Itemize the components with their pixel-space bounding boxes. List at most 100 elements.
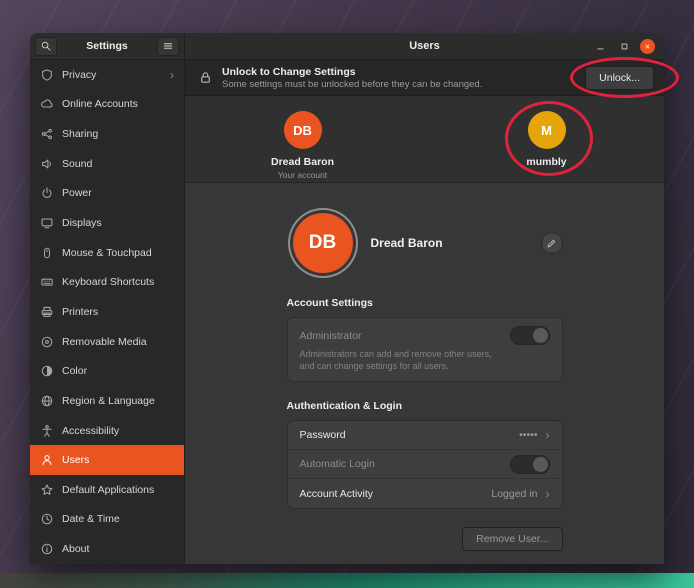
edit-name-button[interactable] [541, 232, 563, 254]
user-name: mumbly [526, 156, 566, 168]
sidebar-item-sharing[interactable]: Sharing [30, 119, 184, 149]
sidebar-item-date-time[interactable]: Date & Time [30, 505, 184, 535]
current-user-avatar: DB [293, 213, 353, 273]
settings-window: Settings Privacy›Online Accounts Sharing S… [30, 33, 664, 564]
lock-icon [198, 70, 213, 85]
menu-button[interactable] [157, 37, 179, 56]
online-accounts-icon [40, 97, 54, 111]
current-user-initials: DB [309, 232, 336, 254]
window-controls [592, 38, 664, 55]
minimize-button[interactable] [592, 38, 609, 55]
region-icon [40, 394, 54, 408]
color-icon [40, 364, 54, 378]
user-avatar: DB [284, 111, 322, 149]
accessibility-icon [40, 424, 54, 438]
sidebar-item-region-language[interactable]: Region & Language [30, 386, 184, 416]
search-button[interactable] [35, 37, 57, 56]
chevron-right-icon: › [546, 429, 550, 441]
account-activity-label: Account Activity [300, 488, 374, 500]
account-activity-right: Logged in › [491, 488, 549, 500]
mouse-icon [40, 246, 54, 260]
user-name: Dread Baron [271, 156, 334, 168]
automatic-login-label: Automatic Login [300, 458, 375, 470]
sidebar-headerbar: Settings [30, 33, 184, 60]
unlock-button[interactable]: Unlock... [585, 66, 654, 90]
sidebar-item-label: Users [62, 454, 89, 466]
sidebar-item-power[interactable]: Power [30, 179, 184, 209]
displays-icon [40, 216, 54, 230]
sidebar-item-users[interactable]: Users [30, 445, 184, 475]
hamburger-icon [162, 40, 174, 52]
sidebar-item-label: Sharing [62, 128, 98, 140]
auth-heading: Authentication & Login [287, 400, 563, 412]
sidebar-item-displays[interactable]: Displays [30, 208, 184, 238]
auth-row-automatic-login[interactable]: Automatic Login [288, 450, 562, 479]
toggle-knob [533, 457, 548, 472]
sidebar-item-label: Accessibility [62, 425, 119, 437]
sidebar-item-mouse-touchpad[interactable]: Mouse & Touchpad [30, 238, 184, 268]
headerbar: Users [185, 33, 664, 60]
sidebar-list: Privacy›Online Accounts Sharing Sound Power… [30, 60, 184, 564]
administrator-card: Administrator Administrators can add and… [287, 317, 563, 382]
maximize-button[interactable] [616, 38, 633, 55]
sidebar-item-default-applications[interactable]: Default Applications [30, 475, 184, 505]
sidebar-item-label: Default Applications [62, 484, 154, 496]
user-card-dread-baron[interactable]: DBDread BaronYour account [260, 111, 346, 182]
auth-card: Password ••••• › Automatic Login Account Act… [287, 420, 563, 509]
password-label: Password [300, 429, 346, 441]
administrator-toggle[interactable] [510, 326, 550, 345]
sidebar-item-label: Power [62, 187, 92, 199]
password-value: ••••• [519, 429, 537, 441]
current-user-name: Dread Baron [371, 236, 443, 250]
sharing-icon [40, 127, 54, 141]
auth-row-account-activity[interactable]: Account Activity Logged in › [288, 479, 562, 508]
auth-row-password[interactable]: Password ••••• › [288, 421, 562, 450]
removable-media-icon [40, 335, 54, 349]
unlock-subtitle: Some settings must be unlocked before th… [222, 79, 482, 90]
sidebar-item-about[interactable]: About [30, 534, 184, 564]
maximize-icon [619, 41, 630, 52]
sidebar-title: Settings [61, 40, 153, 52]
toggle-knob [533, 328, 548, 343]
default-apps-icon [40, 483, 54, 497]
sound-icon [40, 157, 54, 171]
chevron-right-icon: › [170, 69, 174, 81]
sidebar-item-label: Displays [62, 217, 102, 229]
unlock-banner: Unlock to Change Settings Some settings … [185, 60, 664, 96]
sidebar-item-keyboard-shortcuts[interactable]: Keyboard Shortcuts [30, 267, 184, 297]
sidebar-item-online-accounts[interactable]: Online Accounts [30, 90, 184, 120]
sidebar-item-label: Mouse & Touchpad [62, 247, 152, 259]
account-activity-value: Logged in [491, 488, 537, 500]
close-icon [643, 42, 652, 51]
sidebar-item-printers[interactable]: Printers [30, 297, 184, 327]
user-card-mumbly[interactable]: Mmumbly [504, 111, 590, 182]
automatic-login-right [510, 455, 550, 474]
date-time-icon [40, 512, 54, 526]
sidebar-item-sound[interactable]: Sound [30, 149, 184, 179]
remove-user-row: Remove User... [287, 527, 563, 551]
printer-icon [40, 305, 54, 319]
sidebar-item-color[interactable]: Color [30, 356, 184, 386]
close-button[interactable] [640, 39, 655, 54]
power-icon [40, 186, 54, 200]
pencil-icon [546, 238, 557, 249]
keyboard-icon [40, 275, 54, 289]
unlock-text: Unlock to Change Settings Some settings … [222, 66, 482, 90]
sidebar-item-label: Date & Time [62, 513, 120, 525]
minimize-icon [595, 41, 606, 52]
users-icon [40, 453, 54, 467]
administrator-row: Administrator [300, 326, 550, 345]
sidebar-item-removable-media[interactable]: Removable Media [30, 327, 184, 357]
administrator-label: Administrator [300, 330, 362, 342]
sidebar-item-privacy[interactable]: Privacy› [30, 60, 184, 90]
sidebar-item-accessibility[interactable]: Accessibility [30, 416, 184, 446]
automatic-login-toggle[interactable] [510, 455, 550, 474]
about-icon [40, 542, 54, 556]
users-panel-content: DB Dread Baron Account Settings Administ… [185, 183, 664, 564]
user-avatar: M [528, 111, 566, 149]
sidebar-item-label: About [62, 543, 89, 555]
sidebar-item-label: Removable Media [62, 336, 147, 348]
remove-user-button[interactable]: Remove User... [462, 527, 562, 551]
sidebar-item-label: Color [62, 365, 87, 377]
chevron-right-icon: › [546, 488, 550, 500]
